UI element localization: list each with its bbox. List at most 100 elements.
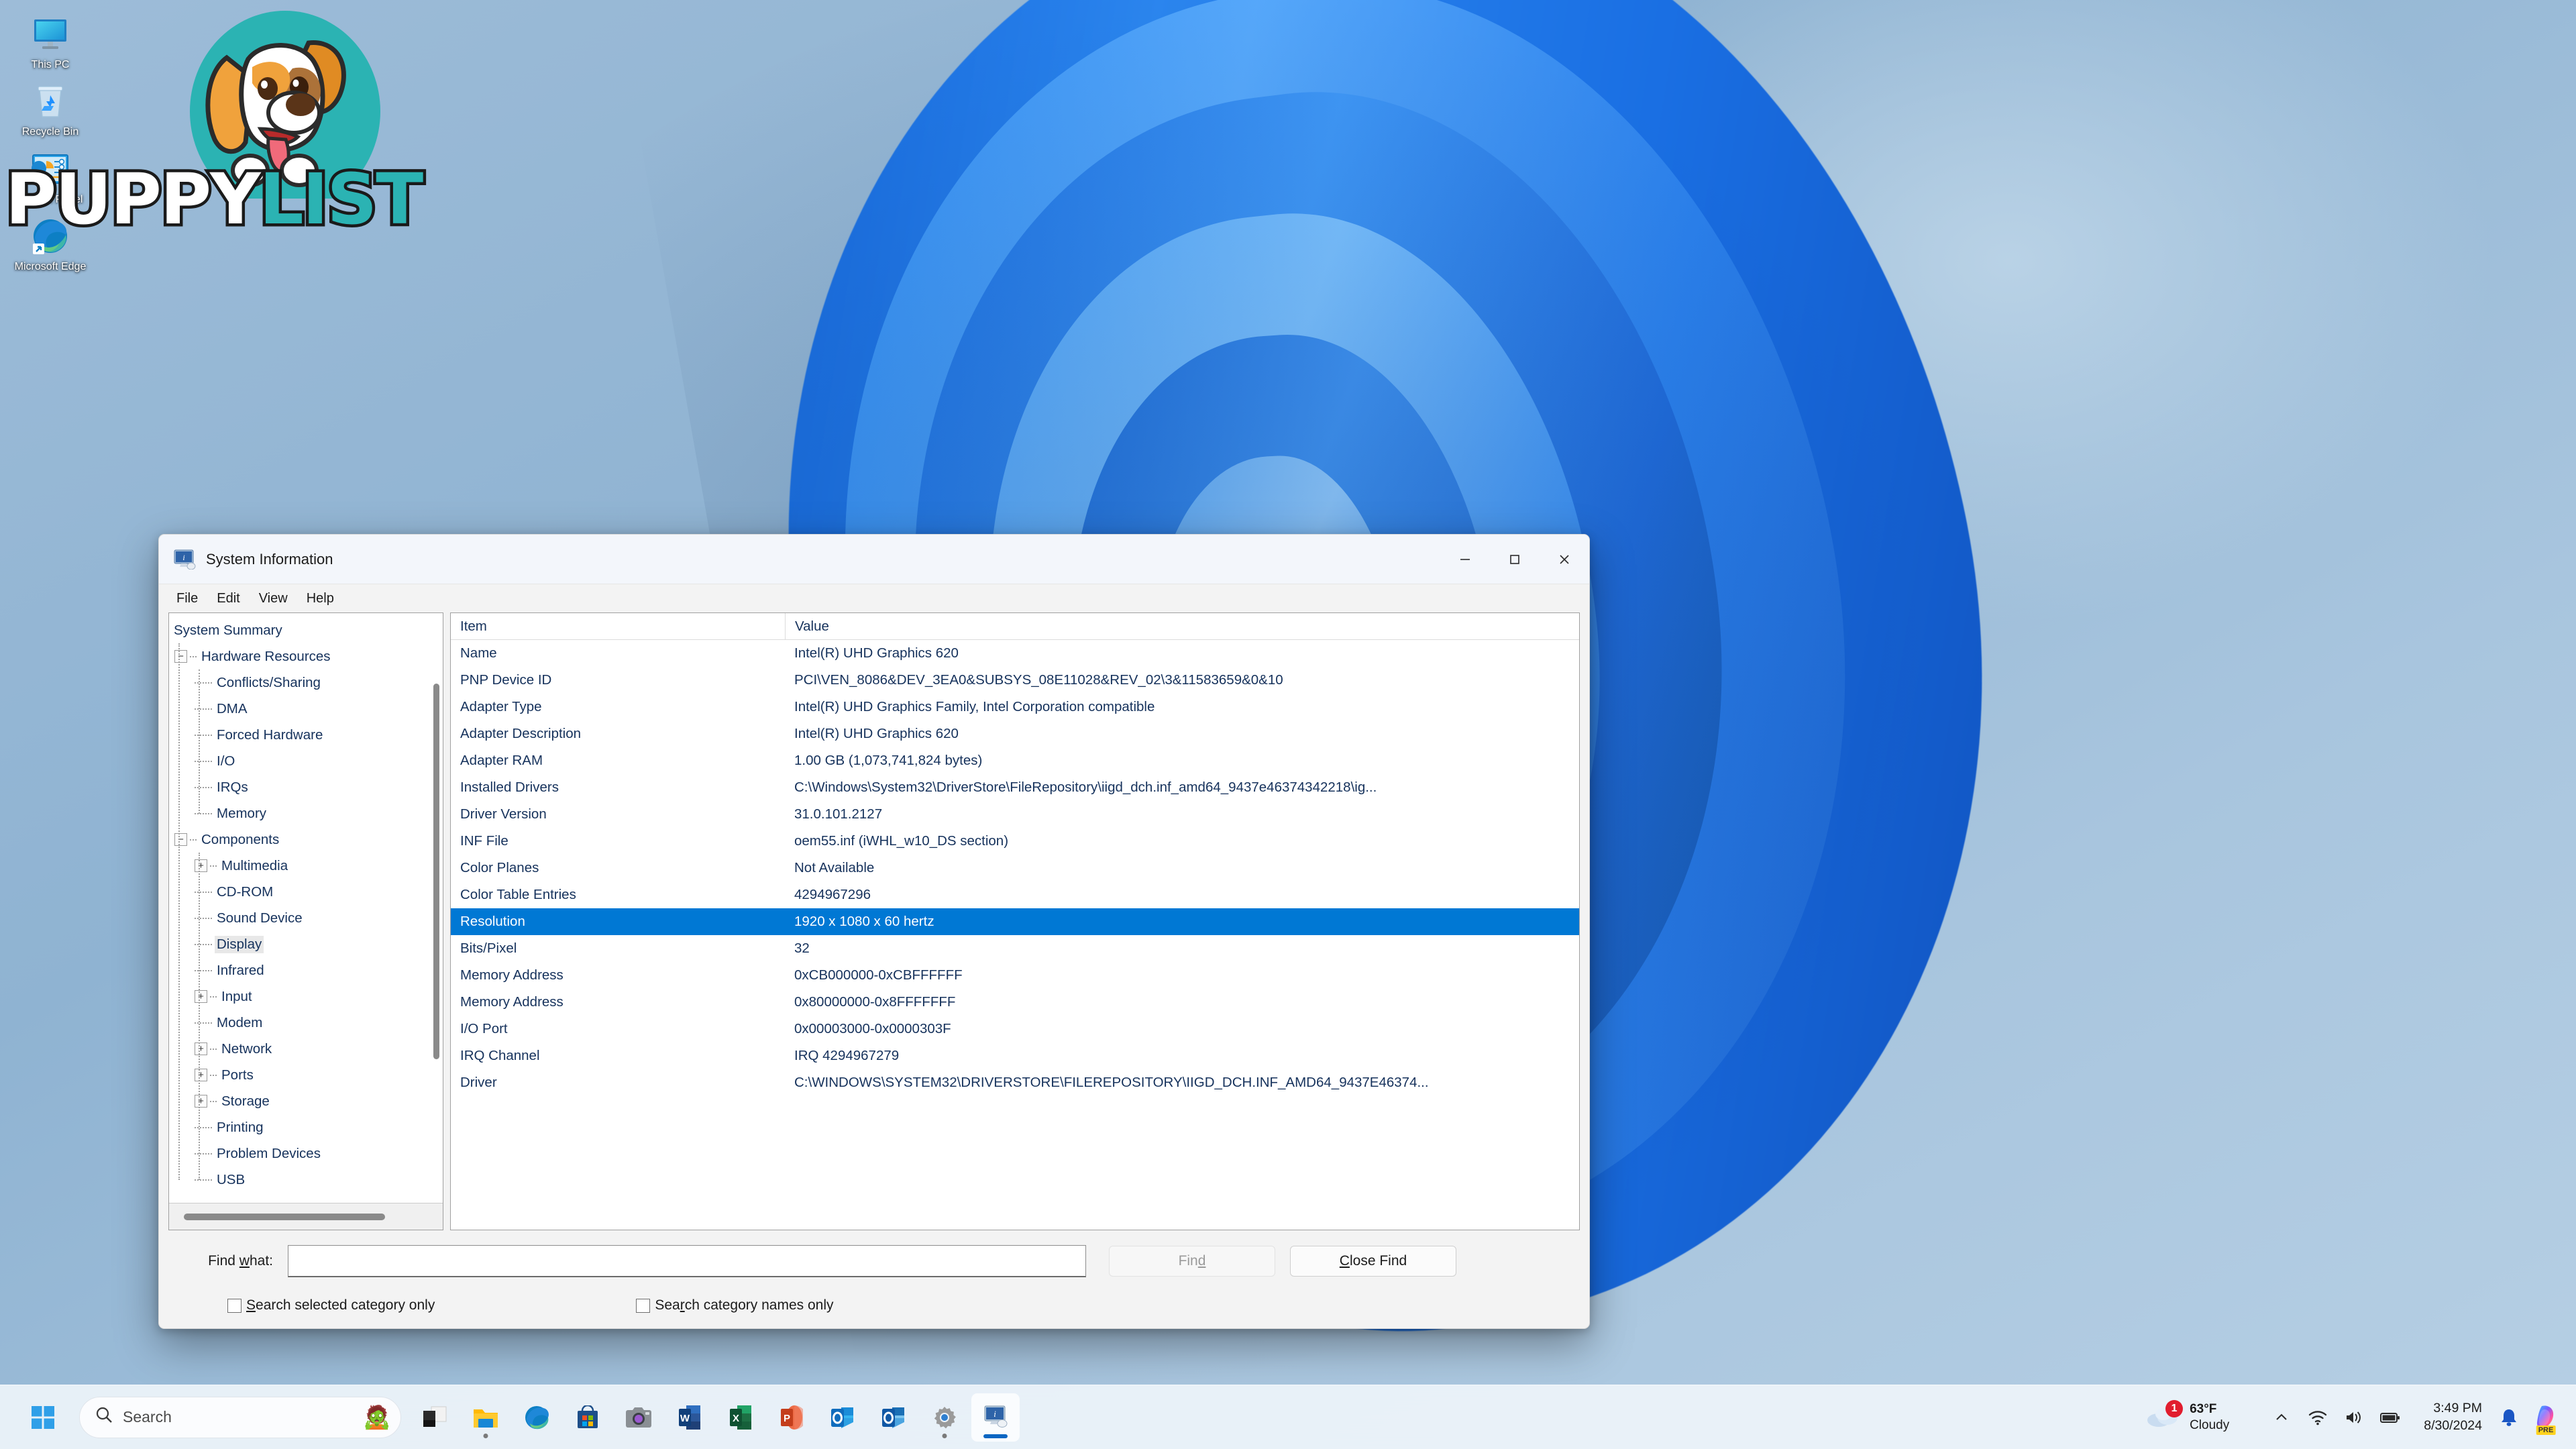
notification-bell-icon[interactable] <box>2493 1399 2525 1436</box>
table-row[interactable]: Color Planes Not Available <box>451 855 1579 881</box>
tree-item-network[interactable]: + Network <box>169 1036 443 1062</box>
taskbar-app-powerpoint[interactable]: P <box>767 1393 816 1442</box>
tree-item-hardware-resources[interactable]: − Hardware Resources <box>169 643 443 669</box>
tree-collapse-icon[interactable]: − <box>174 650 187 663</box>
table-cell-item: Driver Version <box>460 806 547 822</box>
find-button[interactable]: Find <box>1109 1246 1275 1277</box>
table-row[interactable]: Color Table Entries 4294967296 <box>451 881 1579 908</box>
tree-item-cd-rom[interactable]: CD-ROM <box>169 879 443 905</box>
menu-file[interactable]: File <box>167 588 207 609</box>
volume-icon[interactable] <box>2338 1399 2370 1436</box>
table-row[interactable]: Bits/Pixel 32 <box>451 935 1579 962</box>
table-cell-item: I/O Port <box>460 1021 508 1036</box>
menu-edit[interactable]: Edit <box>207 588 249 609</box>
table-row[interactable]: Adapter Description Intel(R) UHD Graphics… <box>451 720 1579 747</box>
table-row[interactable]: PNP Device ID PCI\VEN_8086&DEV_3EA0&SUBSY… <box>451 667 1579 694</box>
menu-help[interactable]: Help <box>297 588 343 609</box>
tree-item-irqs[interactable]: IRQs <box>169 774 443 800</box>
table-row[interactable]: Installed Drivers C:\Windows\System32\Dri… <box>451 774 1579 801</box>
clock[interactable]: 3:49 PM 8/30/2024 <box>2416 1397 2490 1437</box>
tree-vertical-scrollbar[interactable] <box>428 613 443 1203</box>
checkbox-box[interactable] <box>227 1298 241 1313</box>
tree-expand-icon[interactable]: + <box>195 1095 207 1108</box>
taskbar-app-outlook[interactable] <box>818 1393 867 1442</box>
chevron-up-icon[interactable] <box>2265 1399 2298 1436</box>
battery-icon[interactable] <box>2374 1399 2406 1436</box>
minimize-button[interactable] <box>1440 535 1490 584</box>
checkbox-search-selected-category[interactable]: Search selected category only <box>227 1297 435 1313</box>
tree-connector <box>195 786 212 788</box>
tree-item-conflicts-sharing[interactable]: Conflicts/Sharing <box>169 669 443 696</box>
menu-view[interactable]: View <box>250 588 297 609</box>
table-row[interactable]: Adapter RAM 1.00 GB (1,073,741,824 bytes) <box>451 747 1579 774</box>
tree-item-forced-hardware[interactable]: Forced Hardware <box>169 722 443 748</box>
taskbar-app-outlook-classic[interactable] <box>869 1393 918 1442</box>
desktop-icon-this-pc[interactable]: This PC <box>0 7 101 74</box>
tree-item-input[interactable]: + Input <box>169 983 443 1010</box>
window-titlebar[interactable]: i System Information <box>159 535 1589 584</box>
tree-item-i-o[interactable]: I/O <box>169 748 443 774</box>
maximize-button[interactable] <box>1490 535 1540 584</box>
table-row[interactable]: Name Intel(R) UHD Graphics 620 <box>451 640 1579 667</box>
tree-item-printing[interactable]: Printing <box>169 1114 443 1140</box>
desktop-icon-control-panel[interactable]: Control Panel <box>0 142 101 209</box>
tree-horizontal-scrollbar[interactable] <box>169 1203 443 1230</box>
taskbar-app-task-view[interactable] <box>411 1393 459 1442</box>
tree-item-usb[interactable]: USB <box>169 1167 443 1193</box>
tree-connector <box>195 682 212 684</box>
tree-connector <box>195 917 212 919</box>
taskbar-app-file-explorer[interactable] <box>462 1393 510 1442</box>
tree-item-storage[interactable]: + Storage <box>169 1088 443 1114</box>
close-button[interactable] <box>1540 535 1589 584</box>
wifi-icon[interactable] <box>2302 1399 2334 1436</box>
copilot-icon[interactable]: PRE <box>2528 1399 2564 1436</box>
find-input[interactable] <box>288 1245 1086 1277</box>
desktop-icon-recycle-bin[interactable]: Recycle Bin <box>0 74 101 141</box>
tree-item-dma[interactable]: DMA <box>169 696 443 722</box>
tree-expand-icon[interactable]: + <box>195 1069 207 1081</box>
table-row[interactable]: Driver Version 31.0.101.2127 <box>451 801 1579 828</box>
taskbar-app-system-information[interactable]: i <box>971 1393 1020 1442</box>
table-row[interactable]: Memory Address 0x80000000-0x8FFFFFFF <box>451 989 1579 1016</box>
tree-item-display[interactable]: Display <box>169 931 443 957</box>
taskbar-app-settings[interactable] <box>920 1393 969 1442</box>
tree-item-multimedia[interactable]: + Multimedia <box>169 853 443 879</box>
tree-collapse-icon[interactable]: − <box>174 833 187 846</box>
tree-item-system-summary[interactable]: System Summary <box>169 617 443 643</box>
taskbar-app-word[interactable]: W <box>665 1393 714 1442</box>
column-header-item[interactable]: Item <box>451 613 785 639</box>
table-row[interactable]: Memory Address 0xCB000000-0xCBFFFFFF <box>451 962 1579 989</box>
table-row[interactable]: Adapter Type Intel(R) UHD Graphics Family… <box>451 694 1579 720</box>
tree-item-memory[interactable]: Memory <box>169 800 443 826</box>
taskbar-app-camera[interactable] <box>614 1393 663 1442</box>
table-row[interactable]: INF File oem55.inf (iWHL_w10_DS section) <box>451 828 1579 855</box>
taskbar-app-excel[interactable]: X <box>716 1393 765 1442</box>
column-header-value[interactable]: Value <box>785 613 1579 639</box>
tree-expand-icon[interactable]: + <box>195 990 207 1003</box>
tree-item-modem[interactable]: Modem <box>169 1010 443 1036</box>
weather-widget[interactable]: 1 63°F Cloudy <box>2136 1397 2239 1438</box>
taskbar-search[interactable]: Search 🧟 <box>79 1396 401 1438</box>
tree-item-components[interactable]: − Components <box>169 826 443 853</box>
tree-horizontal-scrollbar-thumb[interactable] <box>184 1213 385 1220</box>
table-row[interactable]: Driver C:\WINDOWS\SYSTEM32\DRIVERSTORE\FI… <box>451 1069 1579 1096</box>
table-row[interactable]: IRQ Channel IRQ 4294967279 <box>451 1042 1579 1069</box>
tree-expand-icon[interactable]: + <box>195 1042 207 1055</box>
start-button[interactable] <box>19 1393 67 1442</box>
checkbox-box[interactable] <box>636 1298 651 1313</box>
table-row[interactable]: I/O Port 0x00003000-0x0000303F <box>451 1016 1579 1042</box>
table-cell-item: Memory Address <box>460 967 564 983</box>
table-row[interactable]: Resolution 1920 x 1080 x 60 hertz <box>451 908 1579 935</box>
tree-vertical-scrollbar-thumb[interactable] <box>433 684 439 1059</box>
desktop-icon-microsoft-edge[interactable]: Microsoft Edge <box>0 209 101 276</box>
taskbar-app-microsoft-store[interactable] <box>564 1393 612 1442</box>
tree-expand-icon[interactable]: + <box>195 859 207 872</box>
menu-edit-label: Edit <box>217 590 240 606</box>
checkbox-search-category-names[interactable]: Search category names only <box>636 1297 834 1313</box>
tree-item-infrared[interactable]: Infrared <box>169 957 443 983</box>
tree-item-problem-devices[interactable]: Problem Devices <box>169 1140 443 1167</box>
taskbar-app-microsoft-edge[interactable] <box>513 1393 561 1442</box>
close-find-button[interactable]: Close Find <box>1290 1246 1456 1277</box>
tree-item-sound-device[interactable]: Sound Device <box>169 905 443 931</box>
tree-item-ports[interactable]: + Ports <box>169 1062 443 1088</box>
